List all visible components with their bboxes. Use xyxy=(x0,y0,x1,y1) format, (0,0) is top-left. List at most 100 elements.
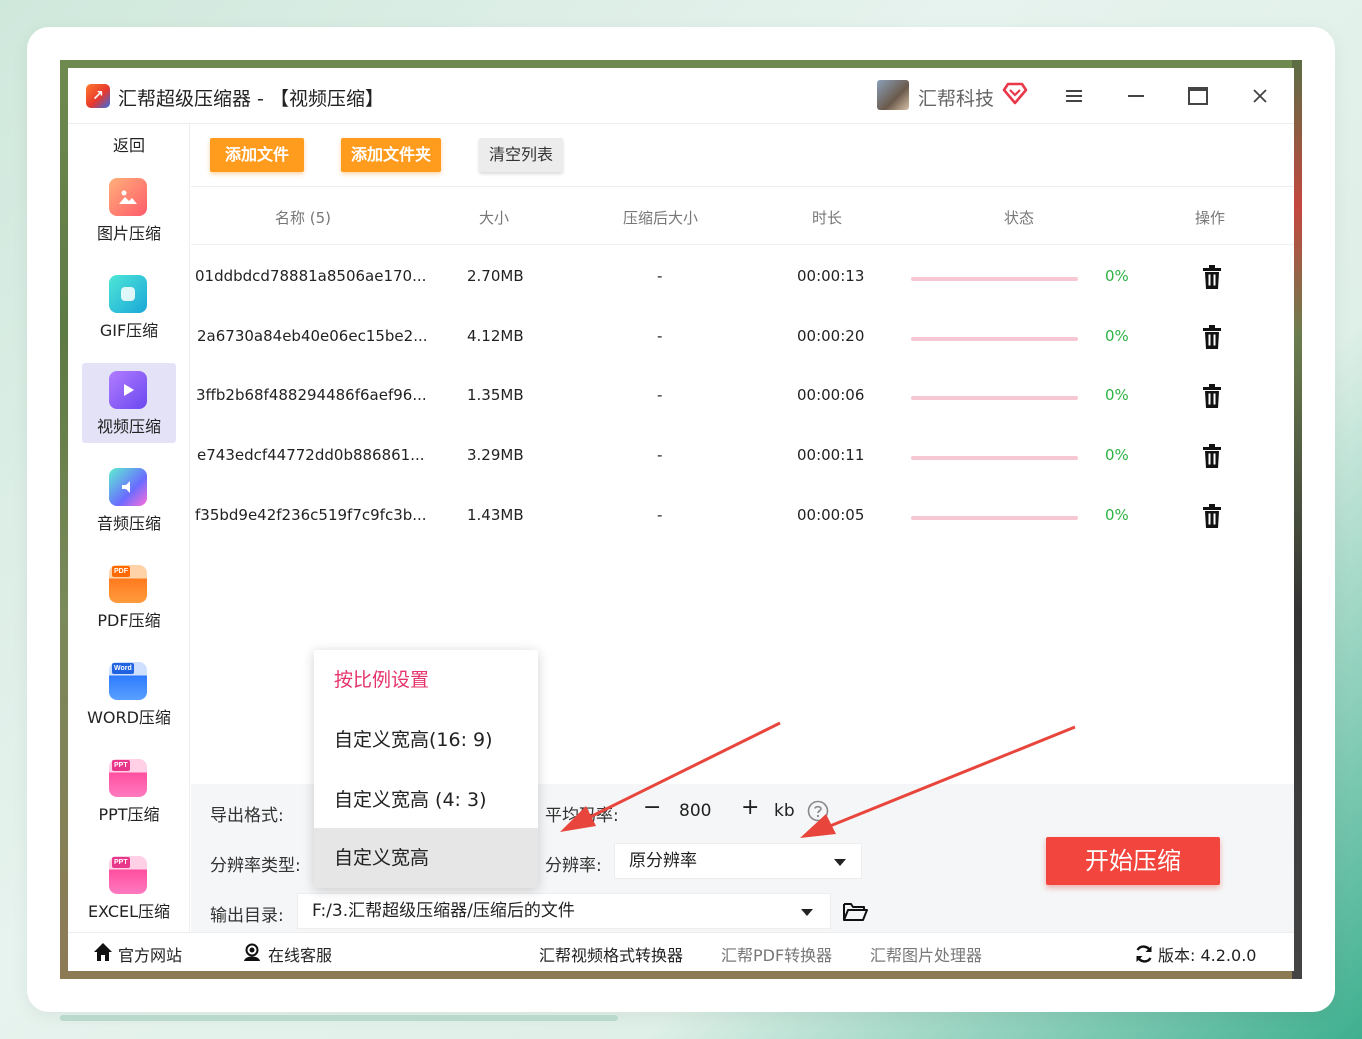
file-name: f35bd9e42f236c519f7c9fc3b... xyxy=(195,506,427,524)
resolution-select-value: 原分辨率 xyxy=(629,851,697,871)
bitrate-increase-button[interactable]: + xyxy=(741,795,759,820)
window-mode: - 【视频压缩】 xyxy=(251,88,384,110)
file-size: 2.70MB xyxy=(467,267,524,285)
ppt-icon: PPT xyxy=(109,759,147,797)
sidebar-item-pdf[interactable]: PDF PDF压缩 xyxy=(82,557,176,637)
word-tag: Word xyxy=(112,663,134,674)
column-header-size[interactable]: 大小 xyxy=(479,207,509,228)
compressed-size: - xyxy=(657,446,663,464)
avatar[interactable] xyxy=(877,80,909,110)
bitrate-label: 平均码率: xyxy=(545,806,619,826)
column-header-name[interactable]: 名称 (5) xyxy=(275,207,331,228)
file-name: 2a6730a84eb40e06ec15be2... xyxy=(197,327,428,345)
table-row[interactable]: 3ffb2b68f488294486f6aef96... 1.35MB - 00… xyxy=(191,366,1294,426)
sidebar-item-ppt[interactable]: PPT PPT压缩 xyxy=(82,751,176,831)
video-converter-link[interactable]: 汇帮视频格式转换器 xyxy=(539,942,683,966)
sidebar-item-excel[interactable]: PPT EXCEL压缩 xyxy=(82,848,176,928)
compressed-size: - xyxy=(657,327,663,345)
excel-icon: PPT xyxy=(109,856,147,894)
column-header-compressed-size[interactable]: 压缩后大小 xyxy=(623,207,698,228)
start-compress-button[interactable]: 开始压缩 xyxy=(1046,837,1220,885)
sidebar-item-label: 图片压缩 xyxy=(96,224,161,243)
customer-service-icon[interactable] xyxy=(242,942,262,962)
export-format-label: 导出格式: xyxy=(210,806,284,826)
refresh-icon[interactable] xyxy=(1134,944,1154,964)
sidebar-item-label: EXCEL压缩 xyxy=(87,902,171,921)
trash-icon[interactable] xyxy=(1201,384,1223,408)
compressed-size: - xyxy=(657,386,663,404)
progress-bar xyxy=(911,516,1078,520)
trash-icon[interactable] xyxy=(1201,504,1223,528)
file-size: 4.12MB xyxy=(467,327,524,345)
sidebar-item-video[interactable]: 视频压缩 xyxy=(82,363,176,443)
file-size: 3.29MB xyxy=(467,446,524,464)
gif-icon xyxy=(109,275,147,313)
dropdown-option-4-3[interactable]: 自定义宽高 (4: 3) xyxy=(314,770,538,830)
progress-bar xyxy=(911,277,1078,281)
trash-icon[interactable] xyxy=(1201,265,1223,289)
progress-bar xyxy=(911,396,1078,400)
video-icon xyxy=(109,371,147,409)
sidebar-item-audio[interactable]: 音频压缩 xyxy=(82,460,176,540)
help-icon[interactable] xyxy=(807,800,829,822)
clear-list-button[interactable]: 清空列表 xyxy=(479,138,563,172)
sidebar-item-label: PDF压缩 xyxy=(97,611,161,630)
bitrate-decrease-button[interactable]: − xyxy=(643,795,661,820)
progress-percent: 0% xyxy=(1105,506,1129,524)
bitrate-unit: kb xyxy=(774,801,795,821)
sidebar: 返回 图片压缩 GIF压缩 视频压缩 音频压缩 PDF PDF压缩 Word W… xyxy=(68,124,190,932)
vip-diamond-icon[interactable] xyxy=(1002,80,1028,106)
user-name[interactable]: 汇帮科技 xyxy=(918,84,994,111)
table-row[interactable]: e743edcf44772dd0b886861... 3.29MB - 00:0… xyxy=(191,426,1294,486)
sidebar-item-image[interactable]: 图片压缩 xyxy=(82,170,176,250)
audio-icon xyxy=(109,468,147,506)
home-icon[interactable] xyxy=(93,942,113,962)
image-icon xyxy=(109,178,147,216)
output-dir-select[interactable]: F:/3.汇帮超级压缩器/压缩后的文件 xyxy=(297,893,831,929)
app-name: 汇帮超级压缩器 xyxy=(118,88,252,110)
duration: 00:00:11 xyxy=(797,446,865,464)
official-site-link[interactable]: 官方网站 xyxy=(118,942,182,966)
close-icon[interactable] xyxy=(1248,84,1272,108)
dropdown-option-by-ratio[interactable]: 按比例设置 xyxy=(314,650,538,710)
table-row[interactable]: 2a6730a84eb40e06ec15be2... 4.12MB - 00:0… xyxy=(191,307,1294,367)
title-bar: ↗ 汇帮超级压缩器 - 【视频压缩】 汇帮科技 xyxy=(68,68,1294,124)
trash-icon[interactable] xyxy=(1201,325,1223,349)
dropdown-option-16-9[interactable]: 自定义宽高(16: 9) xyxy=(314,710,538,770)
dropdown-option-custom[interactable]: 自定义宽高 xyxy=(314,828,538,888)
table-row[interactable]: f35bd9e42f236c519f7c9fc3b... 1.43MB - 00… xyxy=(191,486,1294,546)
back-button[interactable]: 返回 xyxy=(68,132,190,156)
file-name: 01ddbdcd78881a8506ae170... xyxy=(195,267,427,285)
sidebar-item-word[interactable]: Word WORD压缩 xyxy=(82,654,176,734)
excel-tag: PPT xyxy=(112,857,130,868)
column-header-duration[interactable]: 时长 xyxy=(812,207,842,228)
bitrate-input[interactable]: 800 xyxy=(679,801,711,821)
app-logo-icon: ↗ xyxy=(86,84,110,108)
progress-percent: 0% xyxy=(1105,446,1129,464)
add-file-button[interactable]: 添加文件 xyxy=(210,138,304,172)
sidebar-item-gif[interactable]: GIF压缩 xyxy=(82,267,176,347)
maximize-icon[interactable] xyxy=(1186,84,1210,108)
sidebar-item-label: WORD压缩 xyxy=(87,708,171,727)
online-service-link[interactable]: 在线客服 xyxy=(268,942,332,966)
file-name: e743edcf44772dd0b886861... xyxy=(197,446,425,464)
app-window: ↗ 汇帮超级压缩器 - 【视频压缩】 汇帮科技 返回 图片压缩 GIF压缩 视频… xyxy=(68,68,1294,971)
image-processor-link[interactable]: 汇帮图片处理器 xyxy=(870,942,982,966)
sidebar-item-label: PPT压缩 xyxy=(98,805,160,824)
trash-icon[interactable] xyxy=(1201,444,1223,468)
add-folder-button[interactable]: 添加文件夹 xyxy=(341,138,441,172)
table-row[interactable]: 01ddbdcd78881a8506ae170... 2.70MB - 00:0… xyxy=(191,247,1294,307)
folder-open-icon[interactable] xyxy=(842,900,868,922)
progress-percent: 0% xyxy=(1105,386,1129,404)
progress-percent: 0% xyxy=(1105,267,1129,285)
resolution-select[interactable]: 原分辨率 xyxy=(614,843,862,879)
minimize-icon[interactable] xyxy=(1124,84,1148,108)
pdf-converter-link[interactable]: 汇帮PDF转换器 xyxy=(721,942,832,966)
resolution-label: 分辨率: xyxy=(545,856,602,876)
resolution-type-dropdown: 按比例设置 自定义宽高(16: 9) 自定义宽高 (4: 3) 自定义宽高 xyxy=(314,650,538,888)
output-dir-value: F:/3.汇帮超级压缩器/压缩后的文件 xyxy=(312,901,575,921)
progress-bar xyxy=(911,456,1078,460)
duration: 00:00:06 xyxy=(797,386,865,404)
menu-icon[interactable] xyxy=(1062,84,1086,108)
chevron-down-icon xyxy=(801,909,813,916)
